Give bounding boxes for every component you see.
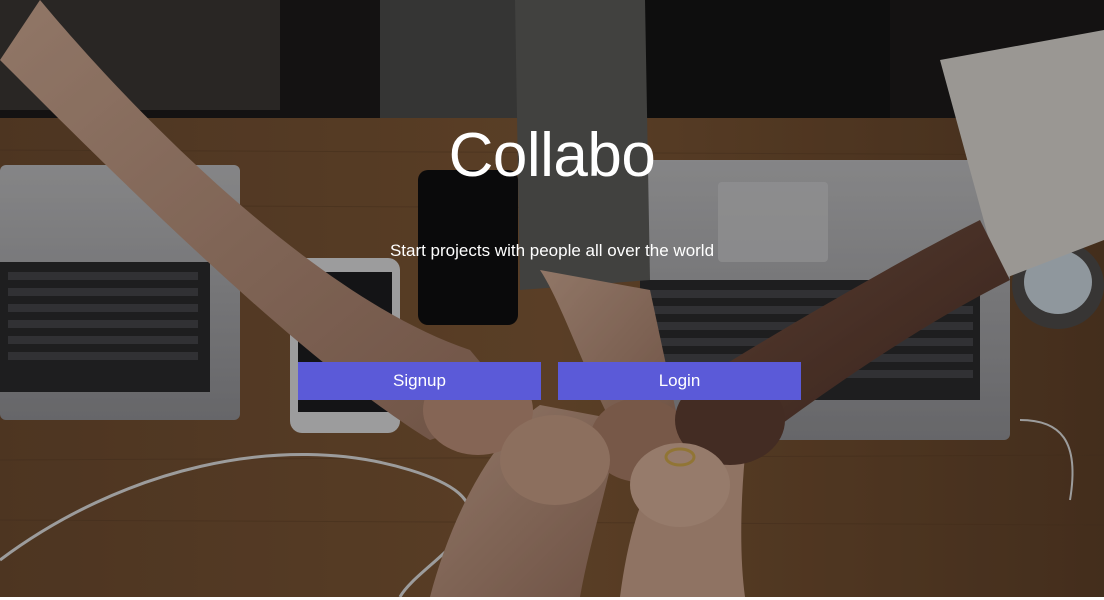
signup-button[interactable]: Signup — [298, 362, 541, 400]
hero-content: Collabo Start projects with people all o… — [0, 0, 1104, 597]
hero-section: Collabo Start projects with people all o… — [0, 0, 1104, 597]
login-button[interactable]: Login — [558, 362, 801, 400]
hero-tagline: Start projects with people all over the … — [389, 241, 715, 260]
brand-title: Collabo — [448, 121, 656, 190]
